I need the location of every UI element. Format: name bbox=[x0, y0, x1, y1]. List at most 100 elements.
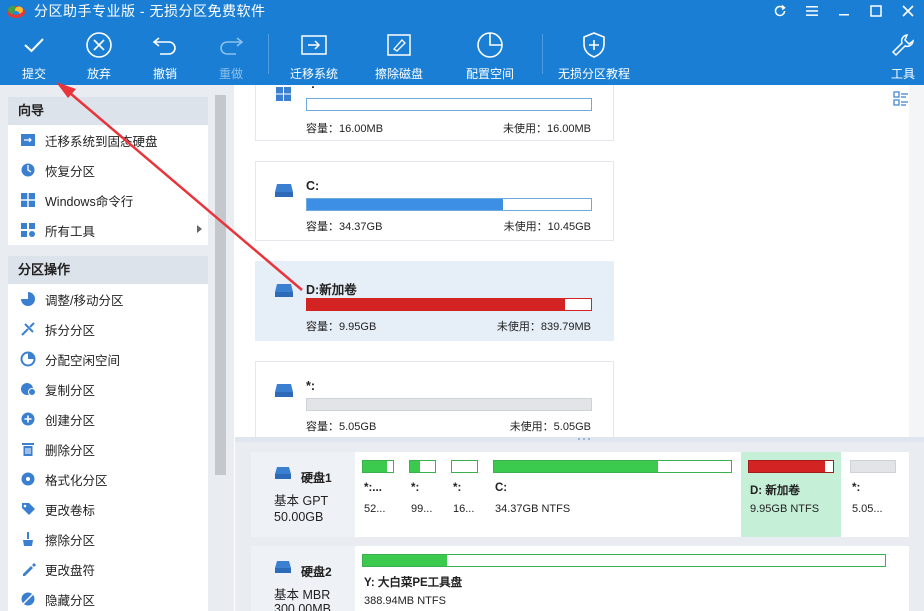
disk-map: 硬盘1 基本 GPT 50.00GB *:... 52... *: 99... *: 16… bbox=[235, 442, 924, 611]
partition-card-selected[interactable]: D:新加卷 容量：9.95GB 未使用：839.79MB bbox=[255, 261, 614, 341]
segment-size: 9.95GB NTFS bbox=[750, 503, 820, 515]
sidebar-item-allocate[interactable]: 分配空闲空间 bbox=[8, 344, 208, 374]
sidebar: 向导 迁移系统到固态硬盘 恢复分区 Windows命令行 所有工具 分区操作 调… bbox=[0, 85, 234, 611]
format-icon bbox=[20, 471, 36, 487]
partition-ops-header: 分区操作 bbox=[8, 256, 208, 284]
allocate-label: 配置空间 bbox=[465, 67, 514, 81]
resize-icon bbox=[20, 291, 36, 307]
sidebar-item-windows-cmd[interactable]: Windows命令行 bbox=[8, 185, 208, 215]
disk-type: 基本 GPT bbox=[274, 494, 329, 508]
close-button[interactable] bbox=[892, 0, 924, 22]
partition-unused: 未使用：839.79MB bbox=[496, 321, 591, 333]
tools-button[interactable]: 工具 bbox=[884, 22, 922, 85]
segment-usage-bar bbox=[850, 460, 896, 473]
menu-icon bbox=[806, 6, 818, 16]
segment-usage-bar bbox=[362, 554, 886, 567]
partition-usage-bar bbox=[306, 398, 592, 411]
wipe-disk-button[interactable]: 擦除磁盘 bbox=[372, 22, 426, 85]
sidebar-item-label: 更改卷标 bbox=[45, 503, 96, 518]
sidebar-item-wipe[interactable]: 擦除分区 bbox=[8, 524, 208, 554]
partition-name: *: bbox=[306, 85, 315, 91]
segment-size: 16... bbox=[453, 503, 475, 515]
segment-usage-fill bbox=[851, 461, 895, 472]
sidebar-item-change-label[interactable]: 更改卷标 bbox=[8, 494, 208, 524]
disk-icon bbox=[275, 467, 291, 479]
checkmark-icon bbox=[17, 28, 51, 62]
partition-name: C: bbox=[306, 179, 320, 193]
toolbar-separator bbox=[542, 34, 543, 74]
segment-size: 52... bbox=[364, 503, 386, 515]
sidebar-item-copy[interactable]: 复制分区 bbox=[8, 374, 208, 404]
redo-label: 重做 bbox=[218, 67, 243, 81]
disk-segment[interactable]: *: 99... bbox=[402, 452, 443, 537]
sidebar-item-migrate-ssd[interactable]: 迁移系统到固态硬盘 bbox=[8, 125, 208, 155]
partition-unused: 未使用：16.00MB bbox=[502, 123, 591, 135]
disk-row[interactable]: 硬盘1 基本 GPT 50.00GB *:... 52... *: 99... *: 16… bbox=[251, 452, 909, 537]
windows-icon bbox=[20, 192, 36, 208]
allocate-space-button[interactable]: 配置空间 bbox=[463, 22, 517, 85]
disk-name: 硬盘1 bbox=[301, 471, 332, 485]
disk-size: 300.00MB bbox=[274, 602, 331, 611]
partition-list-scrollbar[interactable] bbox=[909, 85, 924, 437]
refresh-button[interactable] bbox=[764, 0, 796, 22]
all-tools-icon bbox=[20, 222, 36, 238]
shield-plus-icon bbox=[577, 28, 611, 62]
disk-segment[interactable]: C: 34.37GB NTFS bbox=[486, 452, 739, 537]
discard-label: 放弃 bbox=[86, 67, 111, 81]
partition-card[interactable]: *: 容量：5.05GB 未使用：5.05GB bbox=[255, 361, 614, 437]
disk-segment[interactable]: D: 新加卷 9.95GB NTFS bbox=[741, 452, 841, 537]
submenu-arrow-icon bbox=[197, 225, 202, 233]
disk-segment[interactable]: *: 16... bbox=[444, 452, 485, 537]
letter-icon bbox=[20, 561, 36, 577]
partition-card[interactable]: C: 容量：34.37GB 未使用：10.45GB bbox=[255, 161, 614, 241]
disk-info: 硬盘2 基本 MBR 300.00MB bbox=[251, 546, 355, 611]
segment-usage-bar bbox=[748, 460, 834, 473]
sidebar-item-resize[interactable]: 调整/移动分区 bbox=[8, 284, 208, 314]
commit-button[interactable]: 提交 bbox=[14, 22, 54, 85]
sidebar-item-label: 创建分区 bbox=[45, 413, 96, 428]
sidebar-item-split[interactable]: 拆分分区 bbox=[8, 314, 208, 344]
sidebar-item-delete[interactable]: 删除分区 bbox=[8, 434, 208, 464]
minimize-button[interactable] bbox=[828, 0, 860, 22]
menu-button[interactable] bbox=[796, 0, 828, 22]
migrate-system-button[interactable]: 迁移系统 bbox=[287, 22, 341, 85]
undo-label: 撤销 bbox=[152, 67, 177, 81]
disk-segment[interactable]: Y: 大白菜PE工具盘 388.94MB NTFS bbox=[355, 546, 893, 611]
tutorial-button[interactable]: 无损分区教程 bbox=[556, 22, 632, 85]
segment-usage-fill bbox=[749, 461, 826, 472]
sidebar-item-label: 所有工具 bbox=[45, 224, 96, 239]
sidebar-item-change-letter[interactable]: 更改盘符 bbox=[8, 554, 208, 584]
sidebar-item-format[interactable]: 格式化分区 bbox=[8, 464, 208, 494]
partition-capacity: 容量：34.37GB bbox=[306, 221, 383, 233]
segment-usage-fill bbox=[363, 461, 387, 472]
view-toggle-icon[interactable] bbox=[893, 91, 909, 107]
disk-name: 硬盘2 bbox=[301, 565, 332, 579]
disk-segment[interactable]: *: 5.05... bbox=[843, 452, 903, 537]
partition-usage-fill bbox=[307, 299, 566, 310]
segment-usage-bar bbox=[362, 460, 394, 473]
segment-usage-bar bbox=[409, 460, 436, 473]
partition-usage-bar bbox=[306, 298, 592, 311]
split-icon bbox=[20, 321, 36, 337]
partition-capacity: 容量：9.95GB bbox=[306, 321, 377, 333]
discard-button[interactable]: 放弃 bbox=[79, 22, 119, 85]
partition-list: *: 容量：16.00MB 未使用：16.00MB C: 容量：34.37GB … bbox=[235, 85, 924, 437]
undo-button[interactable]: 撤销 bbox=[145, 22, 185, 85]
sidebar-scrollbar[interactable] bbox=[212, 93, 229, 611]
maximize-button[interactable] bbox=[860, 0, 892, 22]
disk-segment[interactable]: *:... 52... bbox=[355, 452, 401, 537]
tutorial-label: 无损分区教程 bbox=[557, 67, 630, 81]
pie-chart-icon bbox=[473, 28, 507, 62]
partition-card[interactable]: *: 容量：16.00MB 未使用：16.00MB bbox=[255, 85, 614, 141]
disk-size: 50.00GB bbox=[274, 510, 324, 524]
sidebar-item-create[interactable]: 创建分区 bbox=[8, 404, 208, 434]
segment-size: 388.94MB NTFS bbox=[364, 595, 446, 607]
sidebar-scrollbar-thumb[interactable] bbox=[215, 95, 226, 475]
sidebar-item-hide[interactable]: 隐藏分区 bbox=[8, 584, 208, 611]
disk-row[interactable]: 硬盘2 基本 MBR 300.00MB Y: 大白菜PE工具盘 388.94MB … bbox=[251, 546, 909, 611]
redo-button[interactable]: 重做 bbox=[211, 22, 251, 85]
sidebar-item-all-tools[interactable]: 所有工具 bbox=[8, 215, 208, 245]
sidebar-item-recover[interactable]: 恢复分区 bbox=[8, 155, 208, 185]
segment-usage-fill bbox=[494, 461, 658, 472]
sidebar-item-label: 分配空闲空间 bbox=[45, 353, 121, 368]
